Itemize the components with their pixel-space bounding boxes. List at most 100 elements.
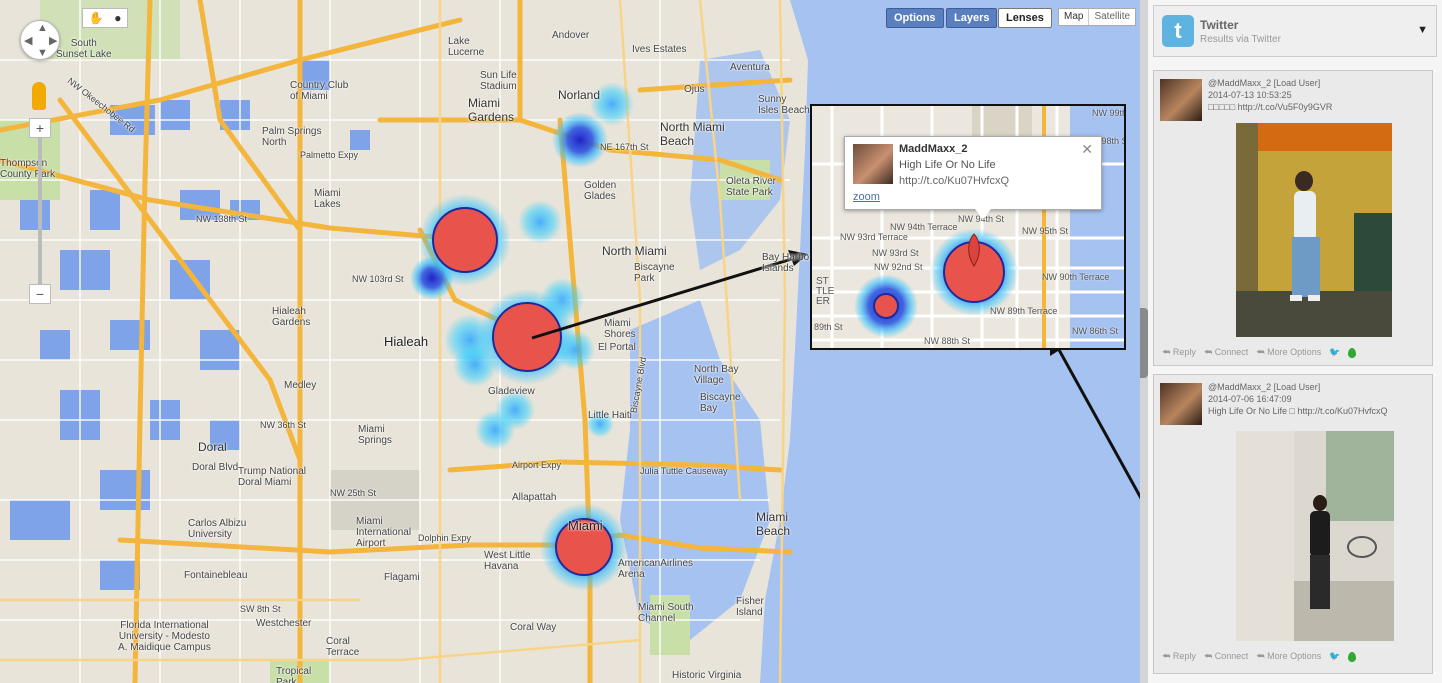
place-label: Aventura [730, 62, 770, 73]
connect-button[interactable]: ⮪ Connect [1204, 347, 1248, 358]
tweet-photo[interactable] [1236, 431, 1394, 641]
map-type-satellite[interactable]: Satellite [1088, 9, 1135, 25]
tweet-actions: ⮪ Reply ⮪ Connect ⮪ More Options 🐦 [1162, 347, 1357, 358]
place-label: Miami Gardens [468, 96, 515, 124]
map-type-map[interactable]: Map [1059, 9, 1088, 25]
pan-down-icon[interactable]: ▼ [37, 47, 48, 59]
road-label: NW 36th St [260, 420, 307, 430]
road-label: NW 138th St [196, 214, 248, 224]
street-label: ER [816, 296, 830, 307]
place-label: Bay Harbor Islands [762, 252, 813, 274]
lenses-button[interactable]: Lenses [998, 8, 1052, 28]
place-label: North Miami Beach [660, 120, 725, 148]
avatar[interactable] [1160, 79, 1202, 121]
twitter-sidebar: t Twitter Results via Twitter ▼ @MaddMax… [1148, 0, 1442, 683]
popup-link[interactable]: http://t.co/Ku07HvfcxQ [899, 175, 1009, 187]
sidebar-subtitle: Results via Twitter [1200, 34, 1281, 45]
street-view-pegman-icon[interactable] [32, 82, 46, 110]
twitter-bird-icon: t [1162, 15, 1194, 47]
place-label: Sunny Isles Beach [758, 94, 810, 116]
tweet-time: 2014-07-13 10:53:25 [1208, 90, 1292, 100]
street-label: NW 95th St [1022, 226, 1069, 236]
panel-splitter[interactable] [1140, 0, 1148, 683]
pan-left-icon[interactable]: ◀ [24, 34, 32, 47]
zoom-out-button[interactable]: − [29, 284, 51, 304]
place-label: Palm Springs North [262, 126, 322, 148]
tweet-meta: @MaddMaxx_2 [Load User] 2014-07-13 10:53… [1208, 77, 1332, 113]
tweet-header[interactable]: @MaddMaxx_2 [Load User] [1208, 381, 1388, 393]
reply-button[interactable]: ⮪ Reply [1162, 347, 1196, 358]
more-options-button[interactable]: ⮪ More Options [1256, 347, 1321, 358]
place-label: Little Haiti [588, 410, 632, 421]
place-label: Country Club of Miami [290, 80, 349, 102]
place-label: Miami South Channel [638, 602, 694, 624]
tweet-body[interactable]: □□□□□ http://t.co/Vu5F0y9GVR [1208, 101, 1332, 113]
chevron-down-icon[interactable]: ▼ [1417, 24, 1428, 36]
road-label: Palmetto Expy [300, 150, 359, 160]
place-label: Gladeview [488, 386, 535, 397]
road-label: Dolphin Expy [418, 533, 472, 543]
place-label: Fisher Island [736, 596, 764, 618]
map-type-toggle[interactable]: Map Satellite [1058, 8, 1137, 26]
twitter-bird-icon[interactable]: 🐦 [1329, 651, 1340, 662]
map-pin-icon[interactable] [1348, 347, 1357, 358]
drag-tools[interactable]: ✋ ● [82, 8, 128, 28]
street-label: NW 90th Terrace [1042, 272, 1110, 282]
place-label: Doral Blvd [192, 462, 239, 473]
lens-window[interactable]: NW 94th Terrace NW 93rd Terrace NW 93rd … [810, 104, 1126, 350]
zoom-in-button[interactable]: + [29, 118, 51, 138]
map-canvas[interactable]: South Sunset Lake Lake Lucerne Andover Ive… [0, 0, 1140, 683]
place-label: Hialeah Gardens [272, 306, 311, 328]
tweet-photo[interactable] [1236, 123, 1392, 337]
place-label: Biscayne Bay [700, 392, 741, 414]
place-label: Medley [284, 380, 317, 391]
pan-up-icon[interactable]: ▲ [37, 22, 48, 34]
place-label: Doral [198, 440, 227, 454]
reply-button[interactable]: ⮪ Reply [1162, 651, 1196, 662]
splitter-handle[interactable] [1140, 308, 1148, 378]
place-label: Thompson County Park [0, 158, 56, 180]
street-label: NW 92nd St [874, 262, 923, 272]
road-label: NW 103rd St [352, 274, 404, 284]
sidebar-header[interactable]: t Twitter Results via Twitter ▼ [1153, 5, 1437, 57]
place-label: AmericanAirlines Arena [618, 558, 694, 580]
layers-button[interactable]: Layers [946, 8, 998, 28]
close-icon[interactable]: ✕ [1081, 141, 1093, 158]
place-label: Flagami [384, 572, 420, 583]
place-label: Biscayne Park [634, 262, 675, 284]
place-label: Norland [558, 88, 601, 102]
tweet-popup[interactable]: MaddMaxx_2 High Life Or No Life http://t… [844, 136, 1102, 219]
road-label: Airport Expy [512, 460, 562, 470]
place-label: Carlos Albizu University [188, 518, 247, 540]
place-label: Hialeah [384, 334, 429, 349]
tweet-body[interactable]: High Life Or No Life □ http://t.co/Ku07H… [1208, 405, 1388, 417]
tweet-card: @MaddMaxx_2 [Load User] 2014-07-13 10:53… [1153, 70, 1433, 366]
connect-button[interactable]: ⮪ Connect [1204, 651, 1248, 662]
options-button[interactable]: Options [886, 8, 944, 28]
tweet-header[interactable]: @MaddMaxx_2 [Load User] [1208, 77, 1332, 89]
map-pin-icon[interactable] [1348, 651, 1357, 662]
place-label: Ives Estates [632, 44, 687, 55]
more-options-button[interactable]: ⮪ More Options [1256, 651, 1321, 662]
place-label: Andover [552, 30, 590, 41]
pan-right-icon[interactable]: ▶ [49, 34, 57, 47]
street-label: NW 93rd Terrace [840, 232, 908, 242]
place-label: Trump National Doral Miami [238, 466, 306, 488]
sidebar-title: Twitter [1200, 18, 1239, 32]
road-label: Julia Tuttle Causeway [640, 466, 728, 476]
place-label: West Little Havana [484, 550, 531, 572]
pan-control[interactable]: ▲ ▼ ◀ ▶ [20, 20, 60, 60]
zoom-slider[interactable] [38, 138, 42, 288]
avatar[interactable] [1160, 383, 1202, 425]
hand-icon[interactable]: ✋ [88, 11, 103, 25]
street-label: NW 94th Terrace [890, 222, 958, 232]
tweet-meta: @MaddMaxx_2 [Load User] 2014-07-06 16:47… [1208, 381, 1388, 417]
popup-text: High Life Or No Life [899, 159, 996, 171]
circle-tool-icon[interactable]: ● [114, 11, 121, 25]
street-label: NW 86th St [1072, 326, 1119, 336]
place-label: South Sunset Lake [56, 38, 112, 60]
place-label: El Portal [598, 342, 636, 353]
popup-zoom-link[interactable]: zoom [853, 191, 880, 203]
twitter-bird-icon[interactable]: 🐦 [1329, 347, 1340, 358]
street-label: NW 89th Terrace [990, 306, 1058, 316]
